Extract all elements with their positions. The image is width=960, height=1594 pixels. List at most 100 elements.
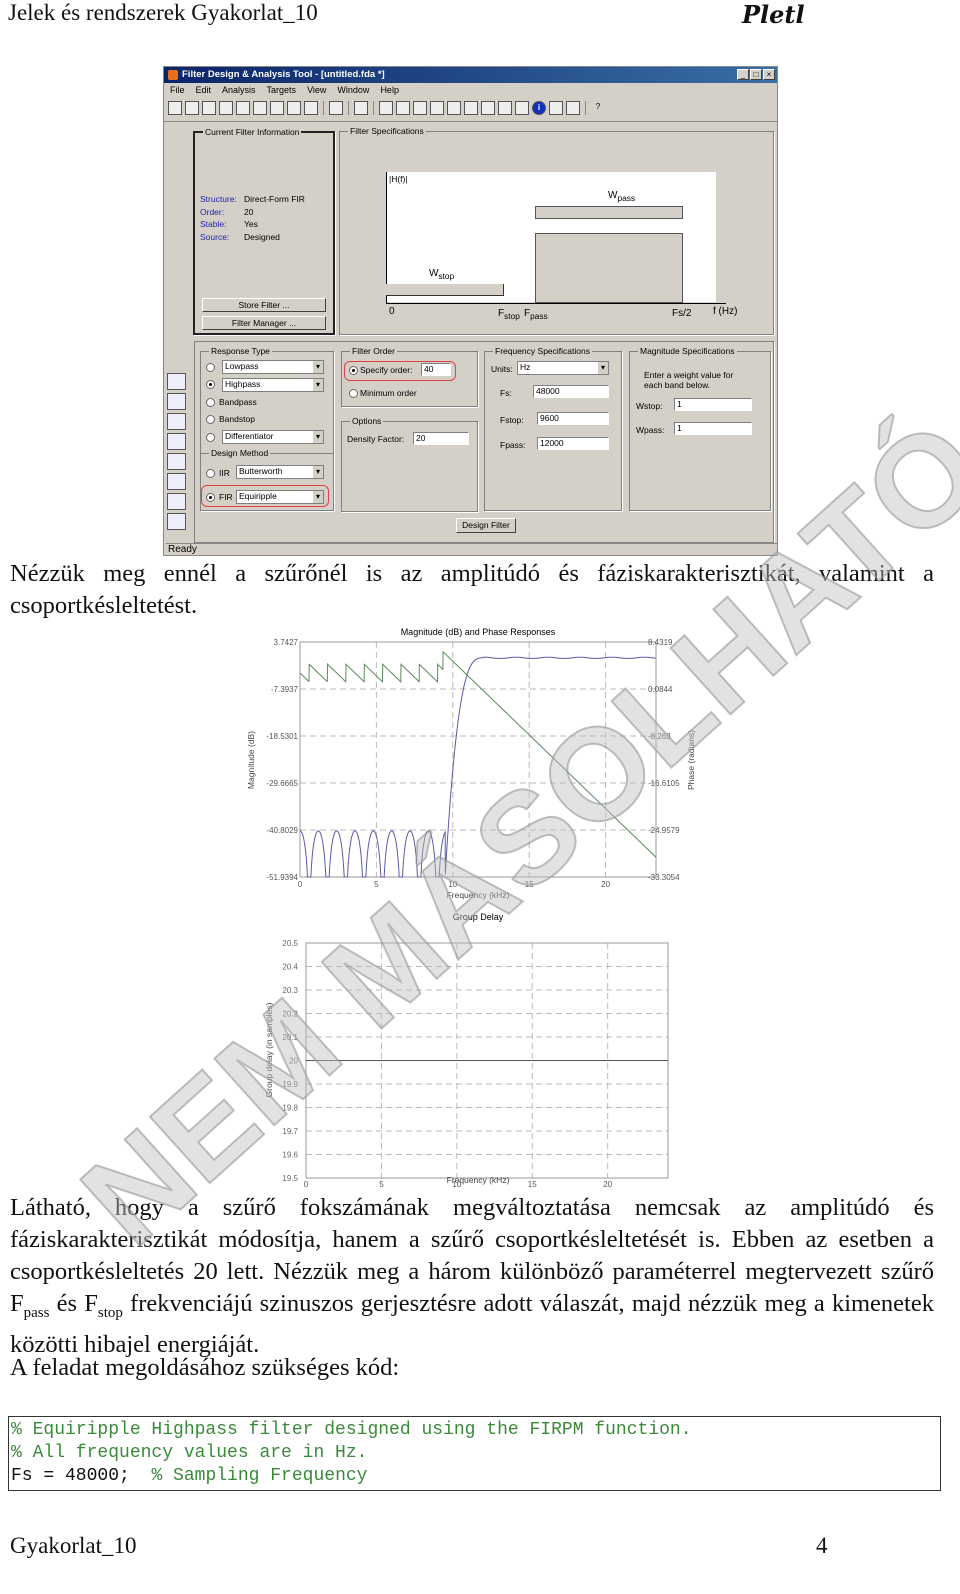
step-icon[interactable] bbox=[481, 101, 495, 115]
magnitude-icon[interactable] bbox=[379, 101, 393, 115]
spec-diagram: |H(f)| Wpass Wstop 0 Fstop Fpass Fs/2 f … bbox=[386, 172, 737, 332]
fpass-input[interactable]: 12000 bbox=[537, 437, 609, 450]
y-axis-label: Magnitude (dB) bbox=[246, 731, 256, 789]
info-icon[interactable]: i bbox=[532, 101, 546, 115]
pole-zero-editor-icon[interactable] bbox=[167, 453, 186, 470]
plot-frame bbox=[299, 641, 657, 878]
design-icon[interactable] bbox=[167, 513, 186, 530]
magnitude-estimate-icon[interactable] bbox=[549, 101, 563, 115]
transform-icon[interactable] bbox=[167, 393, 186, 410]
zoom-x-icon[interactable] bbox=[287, 101, 301, 115]
paragraph: A feladat megoldásához szükséges kód: bbox=[10, 1354, 400, 1381]
x-tick-label: 0 bbox=[298, 880, 303, 889]
differentiator-radio[interactable] bbox=[206, 433, 215, 442]
realize-model-icon[interactable] bbox=[167, 433, 186, 450]
menu-analysis[interactable]: Analysis bbox=[222, 85, 256, 95]
bandpass-radio[interactable] bbox=[206, 398, 215, 407]
open-icon[interactable] bbox=[185, 101, 199, 115]
phase-delay-icon[interactable] bbox=[447, 101, 461, 115]
x-axis-label: Frequency (kHz) bbox=[447, 1175, 510, 1185]
info-key: Order: bbox=[200, 206, 225, 217]
minimum-order-radio[interactable] bbox=[349, 389, 358, 398]
density-factor-label: Density Factor: bbox=[347, 434, 405, 444]
save-icon[interactable] bbox=[202, 101, 216, 115]
fstop-sub: stop bbox=[504, 311, 520, 321]
info-value: 20 bbox=[244, 206, 254, 217]
info-value: Designed bbox=[244, 231, 280, 242]
zoom-out-icon[interactable] bbox=[270, 101, 284, 115]
wpass-sub: pass bbox=[617, 193, 636, 203]
y-tick-label: 19.6 bbox=[282, 1151, 298, 1160]
specify-order-radio[interactable] bbox=[349, 366, 358, 375]
fir-radio[interactable] bbox=[206, 493, 215, 502]
bandpass-design-icon[interactable] bbox=[167, 373, 186, 390]
subscript: stop bbox=[97, 1304, 123, 1321]
iir-radio[interactable] bbox=[206, 469, 215, 478]
wpass-input[interactable]: 1 bbox=[674, 422, 752, 435]
bandstop-label: Bandstop bbox=[219, 414, 255, 424]
menu-help[interactable]: Help bbox=[380, 85, 399, 95]
order-input[interactable]: 40 bbox=[421, 363, 451, 376]
menu-targets[interactable]: Targets bbox=[267, 85, 297, 95]
wstop-label: Wstop: bbox=[636, 401, 663, 411]
y-tick-label: 3.7427 bbox=[274, 638, 299, 647]
menu-view[interactable]: View bbox=[307, 85, 326, 95]
magnitude-phase-chart: Magnitude (dB) and Phase Responses 0 5 10 1… bbox=[246, 627, 696, 900]
menu-window[interactable]: Window bbox=[337, 85, 369, 95]
quantize-icon[interactable] bbox=[167, 413, 186, 430]
y-right-tick-label: 8.4319 bbox=[648, 638, 673, 647]
menu-file[interactable]: File bbox=[170, 85, 185, 95]
noise-icon[interactable] bbox=[566, 101, 580, 115]
units-dropdown[interactable]: Hz bbox=[517, 361, 609, 375]
design-filter-button[interactable]: Design Filter bbox=[456, 518, 516, 533]
whats-this-icon[interactable]: ? bbox=[591, 101, 605, 115]
density-factor-input[interactable]: 20 bbox=[413, 432, 469, 445]
filter-spec-icon[interactable] bbox=[354, 101, 368, 115]
filter-manager-button[interactable]: Filter Manager ... bbox=[202, 316, 326, 330]
menu-edit[interactable]: Edit bbox=[196, 85, 212, 95]
coefficients-icon[interactable] bbox=[515, 101, 529, 115]
fir-label: FIR bbox=[219, 492, 233, 502]
separator bbox=[348, 101, 349, 115]
x-tick-label: 20 bbox=[603, 1180, 612, 1189]
y-tick-label: -40.8029 bbox=[266, 826, 298, 835]
multirate-icon[interactable] bbox=[167, 473, 186, 490]
minimize-button[interactable]: _ bbox=[737, 69, 749, 80]
full-view-icon[interactable] bbox=[304, 101, 318, 115]
fstop-input[interactable]: 9600 bbox=[537, 412, 609, 425]
separator bbox=[585, 101, 586, 115]
y-right-tick-label: -8.263 bbox=[648, 732, 671, 741]
zoom-in-icon[interactable] bbox=[253, 101, 267, 115]
mag-phase-icon[interactable] bbox=[413, 101, 427, 115]
import-icon[interactable] bbox=[167, 493, 186, 510]
wstop-input[interactable]: 1 bbox=[674, 398, 752, 411]
y-right-axis-label: Phase (radians) bbox=[686, 730, 696, 790]
x-tick-label: 5 bbox=[379, 1180, 384, 1189]
wstop-band bbox=[386, 284, 504, 296]
highpass-radio[interactable] bbox=[206, 380, 215, 389]
fs-input[interactable]: 48000 bbox=[533, 385, 609, 398]
pole-zero-icon[interactable] bbox=[498, 101, 512, 115]
group-delay-icon[interactable] bbox=[430, 101, 444, 115]
maximize-button[interactable]: □ bbox=[750, 69, 762, 80]
differentiator-dropdown[interactable]: Differentiator bbox=[222, 430, 324, 444]
header-title: Jelek és rendszerek Gyakorlat_10 bbox=[8, 0, 318, 25]
highpass-dropdown[interactable]: Highpass bbox=[222, 378, 324, 392]
separator bbox=[323, 101, 324, 115]
new-window-icon[interactable] bbox=[329, 101, 343, 115]
passband-region bbox=[535, 233, 683, 303]
print-icon[interactable] bbox=[219, 101, 233, 115]
close-button[interactable]: × bbox=[763, 69, 775, 80]
impulse-icon[interactable] bbox=[464, 101, 478, 115]
phase-icon[interactable] bbox=[396, 101, 410, 115]
fir-method-dropdown[interactable]: Equiripple bbox=[236, 490, 324, 504]
bandstop-radio[interactable] bbox=[206, 415, 215, 424]
iir-method-dropdown[interactable]: Butterworth bbox=[236, 465, 324, 479]
print-preview-icon[interactable] bbox=[236, 101, 250, 115]
panel-label: Frequency Specifications bbox=[493, 346, 592, 356]
lowpass-dropdown[interactable]: Lowpass bbox=[222, 360, 324, 374]
store-filter-button[interactable]: Store Filter ... bbox=[202, 298, 326, 312]
lowpass-radio[interactable] bbox=[206, 363, 215, 372]
new-icon[interactable] bbox=[168, 101, 182, 115]
fs2-label: Fs/2 bbox=[672, 308, 692, 319]
